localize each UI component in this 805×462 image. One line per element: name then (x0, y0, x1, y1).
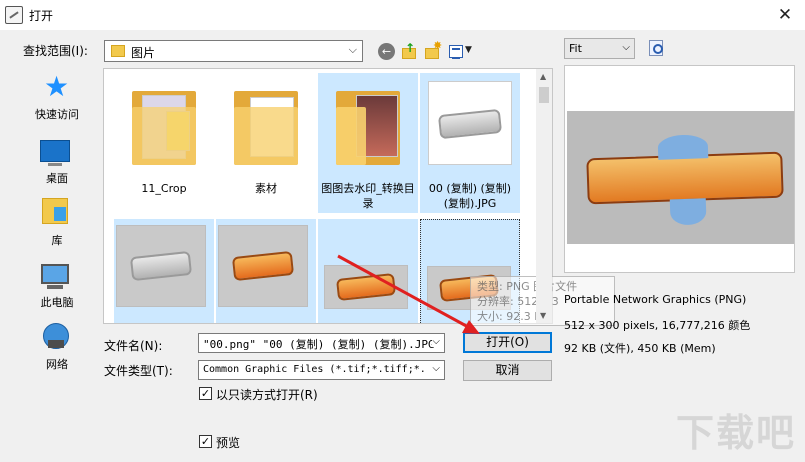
desktop-icon (40, 140, 70, 166)
preview-toggle-label: 预览 (216, 436, 241, 450)
close-button[interactable]: ✕ (765, 0, 805, 30)
open-button[interactable]: 打开(O) (463, 332, 552, 353)
readonly-checkbox[interactable]: ✓ (199, 387, 212, 400)
image-thumbnail (116, 225, 206, 307)
readonly-label: 以只读方式打开(R) (216, 388, 318, 402)
place-label: 此电脑 (40, 296, 74, 309)
title-bar: 打开 ✕ (0, 0, 805, 30)
place-label: 快速访问 (35, 108, 79, 121)
preview-size: 92 KB (文件), 450 KB (Mem) (564, 342, 716, 355)
place-label: 网络 (46, 358, 68, 371)
filetype-value: Common Graphic Files (*.tif;*.tiff;*. (203, 364, 426, 375)
places-bar: ★ 快速访问 桌面 库 此电脑 网络 (19, 68, 95, 384)
filetype-select[interactable]: Common Graphic Files (*.tif;*.tiff;*. ⌵ (198, 360, 445, 380)
preview-format: Portable Network Graphics (PNG) (564, 293, 747, 306)
watermark-logo: 下载吧 (676, 411, 797, 455)
place-desktop[interactable]: 桌面 (19, 132, 95, 188)
file-name: 00 (复制) (复制) (复制).JPG (428, 182, 512, 210)
preview-pane (564, 65, 795, 273)
up-folder-button[interactable]: ↑ (401, 41, 418, 60)
file-list-scrollbar[interactable]: ▲ ▼ (536, 69, 552, 323)
zoom-icon[interactable] (649, 40, 663, 56)
scroll-up-icon[interactable]: ▲ (540, 72, 546, 81)
sparkle-icon: ✸ (433, 39, 443, 52)
file-item-image[interactable] (216, 219, 316, 323)
view-menu-button[interactable] (449, 45, 463, 59)
window-title: 打开 (29, 9, 54, 23)
file-item-folder[interactable]: 图图去水印_转换目录 (318, 73, 418, 213)
fit-value: Fit (569, 42, 582, 55)
folder-icon (326, 81, 410, 165)
logo-emblem (586, 151, 784, 205)
filename-label: 文件名(N): (104, 339, 163, 353)
preview-image (567, 111, 794, 244)
place-this-pc[interactable]: 此电脑 (19, 256, 95, 312)
file-item-image[interactable]: 00 (复制) (复制) (复制).JPG (420, 73, 520, 213)
scroll-thumb[interactable] (539, 87, 549, 103)
filename-value: "00.png" "00 (复制) (复制) (复制).JPG (203, 338, 435, 351)
chevron-down-icon: ⌵ (348, 43, 357, 56)
back-button[interactable]: ← (378, 43, 395, 60)
folder-icon (224, 81, 308, 165)
scroll-down-icon[interactable]: ▼ (540, 311, 546, 320)
app-icon (5, 6, 23, 24)
file-item-folder[interactable]: 11_Crop (114, 73, 214, 213)
new-folder-button[interactable]: ✸ (424, 39, 442, 60)
preview-checkbox[interactable]: ✓ (199, 435, 212, 448)
image-thumbnail (324, 265, 408, 309)
preview-dimensions: 512 x 300 pixels, 16,777,216 颜色 (564, 319, 751, 332)
library-icon (42, 198, 68, 224)
chevron-down-icon[interactable]: ⌵ (432, 363, 440, 374)
lookin-value: 图片 (131, 46, 156, 60)
place-label: 库 (51, 234, 63, 247)
network-icon (43, 323, 69, 349)
cancel-button[interactable]: 取消 (463, 360, 552, 381)
file-name: 素材 (255, 182, 277, 195)
star-icon: ★ (44, 70, 70, 103)
file-item-folder[interactable]: 素材 (216, 73, 316, 213)
place-label: 桌面 (46, 172, 68, 185)
file-item-image[interactable] (318, 219, 418, 323)
folder-icon (122, 81, 206, 165)
filename-input[interactable]: "00.png" "00 (复制) (复制) (复制).JPG ⌵ (198, 333, 445, 353)
chevron-down-icon[interactable]: ⌵ (432, 336, 440, 347)
file-item-image[interactable] (114, 219, 214, 323)
view-menu-arrow-icon[interactable]: ▼ (465, 45, 472, 55)
computer-icon (41, 264, 69, 289)
lookin-label: 查找范围(I): (23, 44, 88, 58)
up-arrow-icon: ↑ (405, 41, 416, 55)
fit-select[interactable]: Fit ⌵ (564, 38, 635, 59)
chevron-down-icon: ⌵ (622, 42, 630, 53)
filetype-label: 文件类型(T): (104, 364, 173, 378)
file-name: 11_Crop (141, 182, 187, 195)
folder-icon (111, 45, 125, 57)
place-network[interactable]: 网络 (19, 318, 95, 374)
place-library[interactable]: 库 (19, 194, 95, 250)
place-quick-access[interactable]: ★ 快速访问 (19, 68, 95, 124)
image-thumbnail (428, 81, 512, 165)
image-thumbnail (218, 225, 308, 307)
lookin-combo[interactable]: 图片 ⌵ (104, 40, 363, 62)
file-name: 图图去水印_转换目录 (321, 182, 415, 210)
